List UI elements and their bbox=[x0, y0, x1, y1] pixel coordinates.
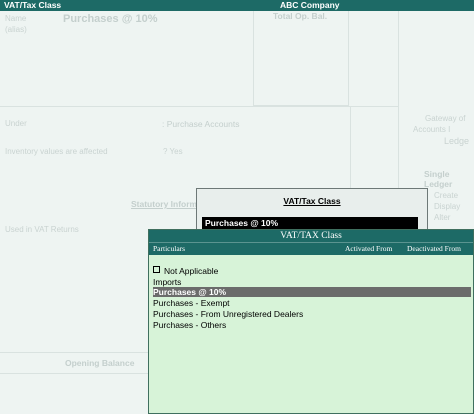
list-column-headers: Particulars Activated From Deactivated F… bbox=[149, 242, 473, 255]
divider bbox=[0, 106, 398, 107]
title-bar: VAT/Tax Class ABC Company bbox=[0, 0, 474, 11]
list-item-selected[interactable]: Purchases @ 10% bbox=[153, 287, 471, 297]
company-name: ABC Company bbox=[280, 0, 340, 10]
under-label: Under bbox=[5, 119, 27, 128]
list-item[interactable]: Not Applicable bbox=[153, 266, 471, 276]
list-item[interactable]: Purchases - From Unregistered Dealers bbox=[153, 309, 471, 319]
name-label: Name bbox=[5, 14, 27, 23]
column-activated-from: Activated From bbox=[345, 244, 393, 253]
popup-title: VAT/Tax Class bbox=[283, 196, 341, 206]
accounts-info-label: Accounts I bbox=[413, 125, 451, 134]
vat-returns-label: Used in VAT Returns bbox=[5, 225, 79, 234]
divider bbox=[253, 11, 254, 106]
alias-label: (alias) bbox=[5, 25, 27, 34]
opening-balance-label: Opening Balance bbox=[65, 358, 135, 368]
create-menu-item[interactable]: Create bbox=[434, 191, 458, 200]
gateway-label: Gateway of bbox=[425, 114, 466, 123]
column-deactivated-from: Deactivated From bbox=[407, 244, 461, 253]
ledger-label: Ledge bbox=[444, 136, 470, 146]
display-menu-item[interactable]: Display bbox=[434, 202, 460, 211]
divider bbox=[0, 352, 148, 353]
list-item[interactable]: Purchases - Exempt bbox=[153, 298, 471, 308]
alter-menu-item[interactable]: Alter bbox=[434, 213, 450, 222]
list-item[interactable]: Purchases - Others bbox=[153, 320, 471, 330]
column-particulars: Particulars bbox=[153, 244, 186, 253]
name-field[interactable]: Purchases @ 10% bbox=[63, 13, 158, 25]
divider bbox=[0, 373, 148, 374]
single-ledger-label: Single Ledger bbox=[424, 169, 453, 189]
divider bbox=[348, 11, 349, 106]
list-title: VAT/TAX Class bbox=[149, 230, 473, 242]
vat-tax-class-list: VAT/TAX Class Particulars Activated From… bbox=[148, 229, 474, 414]
square-bullet-icon bbox=[153, 266, 160, 273]
list-item[interactable]: Imports bbox=[153, 277, 471, 287]
vat-class-input[interactable]: Purchases @ 10% bbox=[202, 217, 418, 229]
under-field[interactable]: : Purchase Accounts bbox=[162, 119, 240, 129]
total-op-bal-label: Total Op. Bal. bbox=[273, 11, 328, 21]
screen-title: VAT/Tax Class bbox=[4, 0, 62, 10]
inventory-field[interactable]: ? Yes bbox=[163, 147, 183, 156]
inventory-label: Inventory values are affected bbox=[5, 147, 108, 156]
